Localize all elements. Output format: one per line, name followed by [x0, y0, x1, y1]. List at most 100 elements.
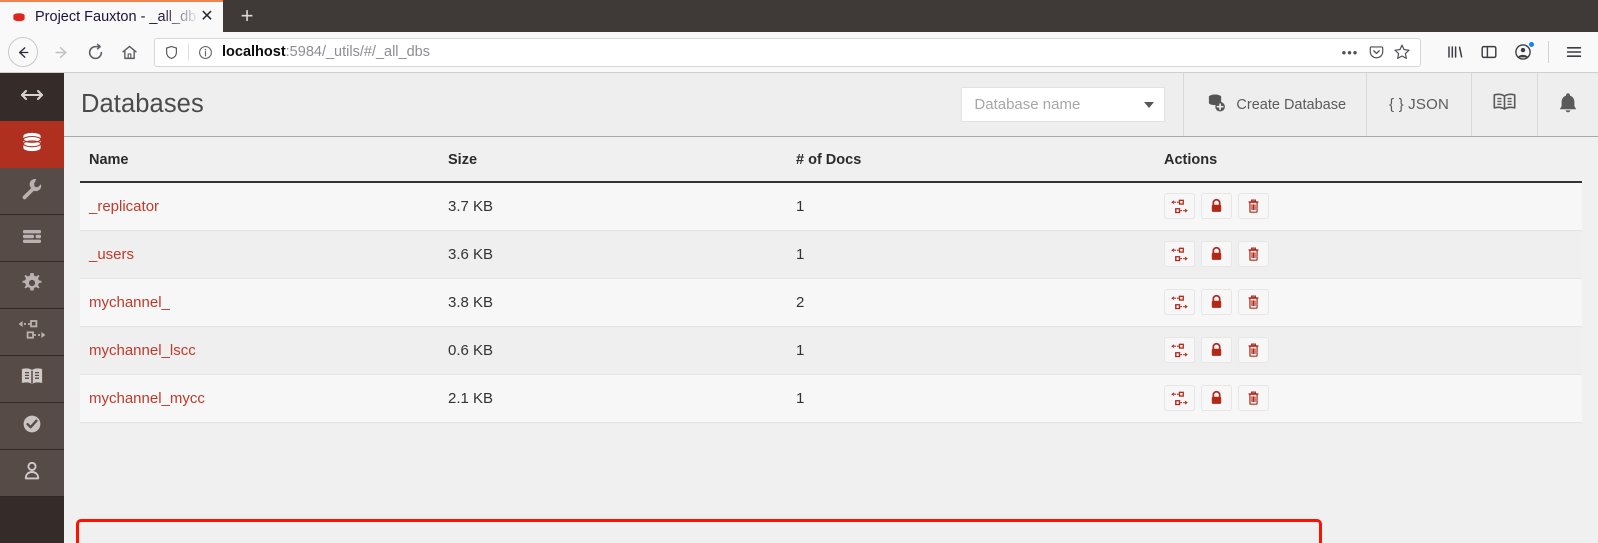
book-icon [19, 364, 45, 395]
delete-action-icon[interactable] [1238, 385, 1269, 411]
database-link[interactable]: mychannel_ [89, 294, 170, 311]
app-header: Databases Database name Create Database … [64, 73, 1598, 137]
lock-action-icon[interactable] [1201, 337, 1232, 363]
menu-icon[interactable] [1558, 36, 1590, 68]
table-row: mychannel_lscc 0.6 KB 1 [80, 326, 1582, 375]
database-doc-count: 1 [796, 245, 805, 263]
sidebar-item-databases[interactable] [0, 121, 64, 168]
documentation-button[interactable] [1471, 73, 1537, 136]
database-size: 3.7 KB [448, 197, 494, 215]
browser-tab-active[interactable]: Project Fauxton - _all_db ✕ [0, 0, 223, 32]
cell-size: 3.6 KB [448, 230, 796, 279]
cell-size: 0.6 KB [448, 326, 796, 375]
delete-action-icon[interactable] [1238, 193, 1269, 220]
table-row: _replicator 3.7 KB 1 [80, 182, 1582, 231]
reload-button[interactable] [78, 35, 112, 69]
cell-docs: 1 [796, 374, 1164, 423]
forward-button[interactable] [44, 35, 78, 69]
navigation-toolbar: localhost:5984/_utils/#/_all_dbs ••• [0, 32, 1598, 73]
cell-actions [1164, 374, 1582, 423]
delete-action-icon[interactable] [1238, 337, 1269, 363]
databases-table: Name Size # of Docs Actions _replicator … [80, 137, 1582, 423]
create-database-button[interactable]: Create Database [1183, 73, 1366, 136]
url-bar[interactable]: localhost:5984/_utils/#/_all_dbs ••• [154, 37, 1421, 67]
tab-strip: Project Fauxton - _all_db ✕ + [0, 0, 1598, 32]
delete-action-icon[interactable] [1238, 289, 1269, 315]
sidebar-item-verify[interactable] [0, 403, 64, 450]
database-link[interactable]: _users [89, 246, 134, 263]
sidebar-item-account[interactable] [0, 450, 64, 497]
database-link[interactable]: mychannel_lscc [89, 342, 196, 359]
sidebar-item-setup[interactable] [0, 168, 64, 215]
replicate-action-icon[interactable] [1164, 241, 1195, 267]
database-doc-count: 1 [796, 389, 805, 407]
sidebar-item-active-tasks[interactable] [0, 215, 64, 262]
sidebar-item-configuration[interactable] [0, 262, 64, 309]
cell-actions [1164, 182, 1582, 231]
row-actions [1164, 337, 1582, 363]
table-body: _replicator 3.7 KB 1 _users 3.6 KB 1 myc… [80, 182, 1582, 423]
notifications-button[interactable] [1537, 73, 1598, 136]
database-size: 3.8 KB [448, 293, 494, 311]
sidebar-item-expand-collapse[interactable] [0, 73, 64, 121]
lock-action-icon[interactable] [1201, 385, 1232, 411]
app-content: Databases Database name Create Database … [64, 73, 1598, 543]
database-icon [18, 128, 46, 161]
cell-docs: 2 [796, 278, 1164, 327]
home-button[interactable] [112, 35, 146, 69]
sidebar-icon[interactable] [1473, 36, 1505, 68]
cell-name: _replicator [80, 182, 448, 231]
column-header-docs[interactable]: # of Docs [796, 137, 1164, 183]
delete-action-icon[interactable] [1238, 241, 1269, 267]
list-icon [19, 223, 45, 254]
column-header-name[interactable]: Name [80, 137, 448, 183]
sidebar-filler [0, 497, 64, 543]
search-input[interactable]: Database name [961, 87, 1166, 122]
database-doc-count: 1 [796, 341, 805, 359]
library-icon[interactable] [1439, 36, 1471, 68]
replicate-action-icon[interactable] [1164, 193, 1195, 220]
table-row: _users 3.6 KB 1 [80, 230, 1582, 279]
replicate-action-icon[interactable] [1164, 337, 1195, 363]
database-link[interactable]: _replicator [89, 198, 159, 215]
replicate-action-icon[interactable] [1164, 385, 1195, 411]
database-add-icon [1204, 91, 1227, 118]
chevron-down-icon[interactable] [1144, 101, 1155, 108]
urlbar-divider [188, 44, 189, 60]
cell-name: mychannel_lscc [80, 326, 448, 375]
replicate-action-icon[interactable] [1164, 289, 1195, 315]
user-icon [19, 458, 45, 489]
url-text[interactable]: localhost:5984/_utils/#/_all_dbs [222, 44, 1338, 60]
database-size: 0.6 KB [448, 341, 494, 359]
database-name-search: Database name [943, 73, 1183, 136]
app-sidebar [0, 73, 64, 543]
account-icon[interactable] [1507, 36, 1539, 68]
cell-docs: 1 [796, 230, 1164, 279]
sidebar-item-documentation[interactable] [0, 356, 64, 403]
table-head: Name Size # of Docs Actions [80, 137, 1582, 183]
toolbar-divider [1548, 41, 1549, 63]
back-button[interactable] [8, 37, 38, 67]
sidebar-item-replication[interactable] [0, 309, 64, 356]
json-button[interactable]: { } JSON [1366, 73, 1471, 136]
table-row-highlighted: mychannel_mycc 2.1 KB 1 [80, 374, 1582, 423]
cell-docs: 1 [796, 182, 1164, 231]
shield-icon[interactable] [164, 45, 179, 60]
table-header-row: Name Size # of Docs Actions [80, 137, 1582, 183]
lock-action-icon[interactable] [1201, 289, 1232, 315]
page-actions-icon[interactable]: ••• [1338, 40, 1362, 64]
lock-action-icon[interactable] [1201, 193, 1232, 220]
pocket-icon[interactable] [1364, 40, 1388, 64]
cell-name: mychannel_ [80, 278, 448, 327]
urlbar-actions: ••• [1338, 40, 1414, 64]
wrench-icon [19, 176, 45, 207]
row-actions [1164, 241, 1582, 267]
database-size: 2.1 KB [448, 389, 494, 407]
lock-action-icon[interactable] [1201, 241, 1232, 267]
column-header-size[interactable]: Size [448, 137, 796, 183]
close-icon[interactable]: ✕ [197, 7, 217, 27]
bookmark-star-icon[interactable] [1390, 40, 1414, 64]
new-tab-button[interactable]: + [228, 1, 266, 31]
database-link[interactable]: mychannel_mycc [89, 390, 205, 407]
info-icon[interactable] [198, 45, 213, 60]
